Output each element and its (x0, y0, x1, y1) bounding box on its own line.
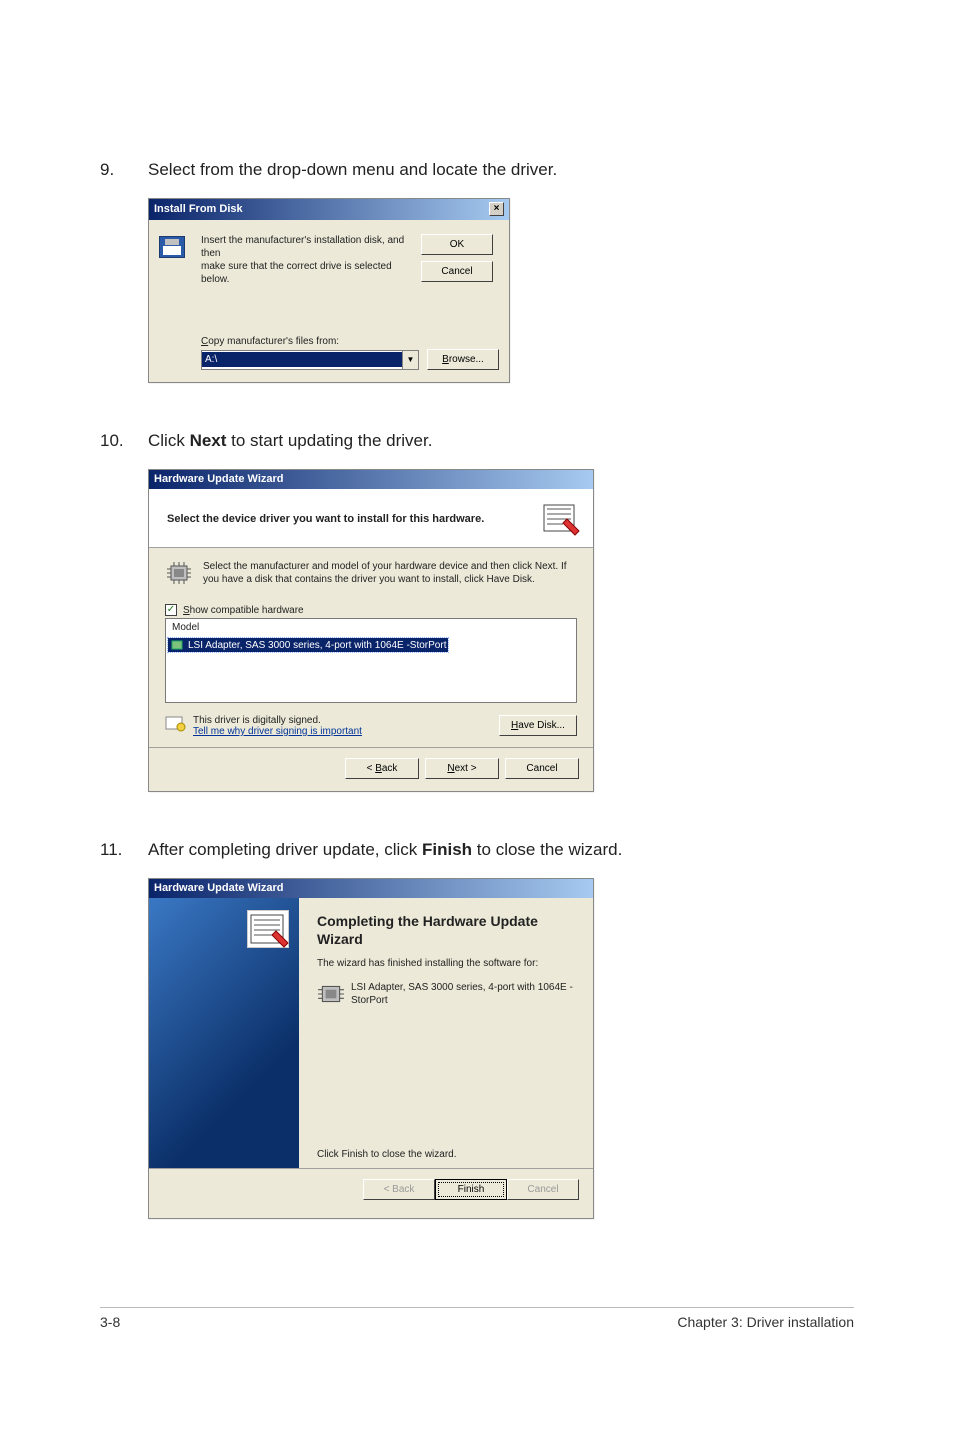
back-button[interactable]: < Back (345, 758, 419, 779)
chevron-down-icon[interactable]: ▼ (402, 351, 418, 369)
chip-icon (165, 560, 195, 586)
dialog-title: Install From Disk (154, 203, 243, 215)
install-message-line1: Insert the manufacturer's installation d… (201, 235, 404, 259)
have-disk-button[interactable]: Have Disk... (499, 715, 577, 736)
show-compatible-checkbox[interactable]: ✓ (165, 604, 177, 616)
hardware-wizard-icon (541, 501, 581, 537)
install-message-line2: make sure that the correct drive is sele… (201, 261, 392, 285)
hardware-update-wizard-complete-dialog: Hardware Update Wizard Completing the Ha… (148, 878, 594, 1219)
show-compatible-label: Show compatible hardware (183, 605, 304, 616)
installed-device-name: LSI Adapter, SAS 3000 series, 4-port wit… (351, 981, 577, 1007)
chip-icon (317, 981, 343, 1005)
certificate-icon (165, 715, 187, 733)
step-9-text: Select from the drop-down menu and locat… (148, 160, 854, 180)
wizard-head-text: Select the device driver you want to ins… (167, 513, 541, 525)
model-list[interactable]: LSI Adapter, SAS 3000 series, 4-port wit… (166, 636, 576, 702)
cancel-button[interactable]: Cancel (505, 758, 579, 779)
driver-signing-link[interactable]: Tell me why driver signing is important (193, 726, 362, 737)
wizard-info-text: Select the manufacturer and model of you… (203, 560, 577, 586)
copy-from-combo[interactable]: A:\ ▼ (201, 350, 419, 370)
wizard-complete-heading: Completing the Hardware Update Wizard (317, 912, 577, 948)
back-button: < Back (363, 1179, 435, 1200)
copy-from-label: Copy manufacturer's files from: (201, 336, 499, 347)
combo-selected-value: A:\ (202, 352, 402, 367)
dialog-title: Hardware Update Wizard (154, 882, 284, 894)
model-list-item[interactable]: LSI Adapter, SAS 3000 series, 4-port wit… (168, 638, 448, 652)
wizard-complete-subtext: The wizard has finished installing the s… (317, 958, 577, 969)
wizard-finish-instruction: Click Finish to close the wizard. (317, 1109, 577, 1160)
close-icon[interactable]: × (489, 202, 504, 216)
hardware-wizard-icon (247, 910, 289, 948)
cancel-button[interactable]: Cancel (421, 261, 493, 282)
hardware-update-wizard-select-dialog: Hardware Update Wizard Select the device… (148, 469, 594, 792)
next-button[interactable]: Next > (425, 758, 499, 779)
install-from-disk-dialog: Install From Disk × Insert the manufactu… (148, 198, 510, 383)
chip-icon (170, 639, 184, 651)
step-11-number: 11. (100, 840, 148, 860)
step-11-text: After completing driver update, click Fi… (148, 840, 854, 860)
wizard-side-banner (149, 898, 299, 1168)
model-column-header: Model (166, 619, 576, 636)
ok-button[interactable]: OK (421, 234, 493, 255)
dialog-title: Hardware Update Wizard (154, 473, 284, 485)
browse-button[interactable]: Browse... (427, 349, 499, 370)
finish-button[interactable]: Finish (435, 1179, 507, 1200)
step-10-text: Click Next to start updating the driver. (148, 431, 854, 451)
step-10-number: 10. (100, 431, 148, 451)
floppy-disk-icon (159, 236, 191, 264)
chapter-label: Chapter 3: Driver installation (677, 1314, 854, 1330)
step-9-number: 9. (100, 160, 148, 180)
page-number: 3-8 (100, 1314, 120, 1330)
driver-signed-text: This driver is digitally signed. (193, 715, 499, 726)
cancel-button: Cancel (507, 1179, 579, 1200)
